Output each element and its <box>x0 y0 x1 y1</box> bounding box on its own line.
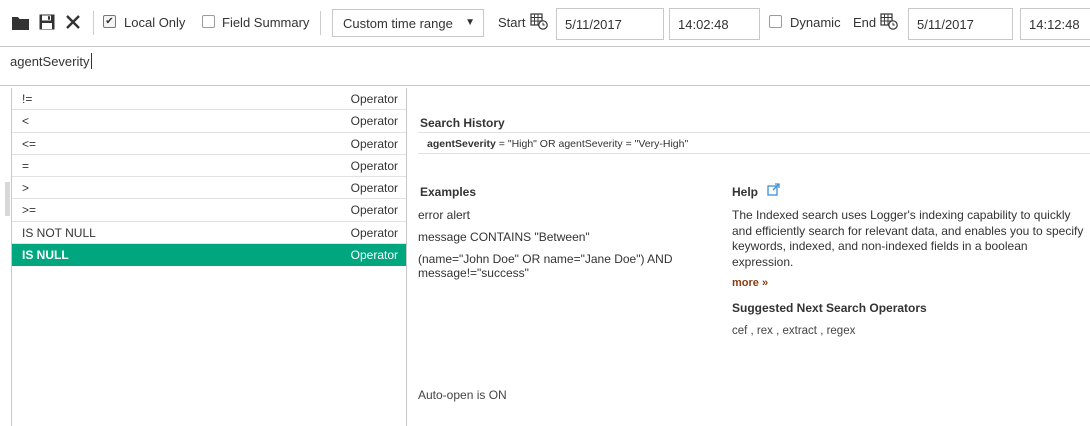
text-cursor <box>90 53 92 69</box>
end-label: End <box>853 15 877 30</box>
time-range-value: Custom time range <box>343 15 453 31</box>
help-description: The Indexed search uses Logger's indexin… <box>732 208 1084 269</box>
operator-type: Operator <box>350 248 398 263</box>
operator-name: <= <box>22 136 37 151</box>
start-label: Start <box>498 15 526 30</box>
save-icon[interactable] <box>38 12 56 32</box>
operator-option[interactable]: < Operator <box>12 110 406 133</box>
dynamic-checkbox[interactable] <box>769 15 782 28</box>
close-icon[interactable] <box>64 12 82 32</box>
search-help-panel: Search History agentSeverity = "High" OR… <box>408 88 1090 426</box>
operator-type: Operator <box>350 158 398 173</box>
search-query-text: agentSeverity <box>10 54 90 69</box>
local-only-checkbox[interactable]: ✔ <box>103 15 116 28</box>
suggested-operators-title: Suggested Next Search Operators <box>732 301 927 315</box>
operator-name: != <box>22 92 33 106</box>
search-history-entry[interactable]: agentSeverity = "High" OR agentSeverity … <box>418 132 1090 154</box>
operator-name: = <box>22 158 30 173</box>
examples-title: Examples <box>420 185 477 199</box>
operator-type: Operator <box>350 136 398 151</box>
operator-name: IS NOT NULL <box>22 225 96 240</box>
start-date-input[interactable]: 5/11/2017 <box>556 8 664 40</box>
end-time-input[interactable]: 14:12:48 <box>1020 8 1090 40</box>
operator-name: IS NULL <box>22 248 69 263</box>
history-entry-rest: = "High" OR agentSeverity = "Very-High" <box>495 138 689 150</box>
example-item[interactable]: message!="success" <box>418 266 529 280</box>
toolbar-divider <box>93 11 94 35</box>
calendar-clock-icon[interactable] <box>880 12 898 30</box>
operator-type: Operator <box>350 203 398 218</box>
history-entry-field: agentSeverity <box>427 138 496 150</box>
example-item[interactable]: (name="John Doe" OR name="Jane Doe") AND <box>418 252 673 266</box>
search-query-input[interactable]: agentSeverity <box>0 46 1090 86</box>
start-time-input[interactable]: 14:02:48 <box>669 8 760 40</box>
operator-option[interactable]: = Operator <box>12 155 406 178</box>
help-title: Help <box>732 185 759 199</box>
search-toolbar: ✔ Local Only Field Summary Custom time r… <box>0 0 1090 46</box>
operator-name: > <box>22 181 30 196</box>
local-only-label[interactable]: Local Only <box>124 15 185 30</box>
example-item[interactable]: message CONTAINS "Between" <box>418 230 590 244</box>
panel-resize-handle[interactable] <box>5 182 10 216</box>
operator-name: < <box>22 114 30 129</box>
calendar-clock-icon[interactable] <box>530 12 548 30</box>
operator-suggestion-list: != Operator < Operator <= Operator = Ope… <box>11 88 407 426</box>
field-summary-label[interactable]: Field Summary <box>222 15 309 30</box>
dropdown-caret-icon: ▼ <box>465 17 475 28</box>
example-item[interactable]: error alert <box>418 208 470 222</box>
operator-option[interactable]: >= Operator <box>12 199 406 222</box>
operator-option-selected[interactable]: IS NULL Operator <box>12 244 406 267</box>
suggested-operators-list[interactable]: cef , rex , extract , regex <box>732 325 855 337</box>
operator-option[interactable]: != Operator <box>12 88 406 111</box>
time-range-select[interactable]: Custom time range ▼ <box>332 9 484 37</box>
more-link[interactable]: more » <box>732 277 768 289</box>
operator-name: >= <box>22 203 37 218</box>
operator-option[interactable]: <= Operator <box>12 133 406 155</box>
search-history-title: Search History <box>420 116 505 130</box>
operator-type: Operator <box>350 181 398 196</box>
end-date-input[interactable]: 5/11/2017 <box>908 8 1013 40</box>
operator-option[interactable]: IS NOT NULL Operator <box>12 222 406 245</box>
toolbar-divider <box>320 11 321 35</box>
operator-type: Operator <box>350 92 398 106</box>
folder-icon[interactable] <box>11 12 29 32</box>
auto-open-status[interactable]: Auto-open is ON <box>418 388 507 402</box>
operator-type: Operator <box>350 114 398 129</box>
dynamic-label[interactable]: Dynamic <box>790 15 841 30</box>
external-link-icon[interactable] <box>767 183 780 199</box>
operator-option[interactable]: > Operator <box>12 177 406 200</box>
field-summary-checkbox[interactable] <box>202 15 215 28</box>
operator-type: Operator <box>350 225 398 240</box>
